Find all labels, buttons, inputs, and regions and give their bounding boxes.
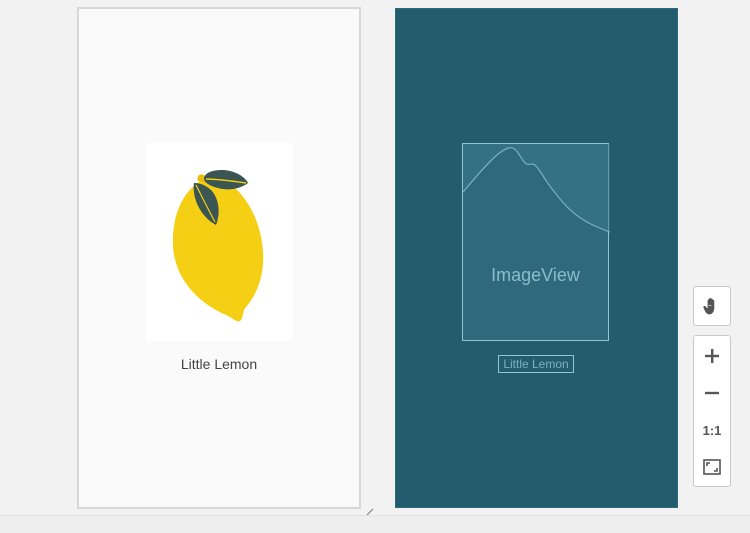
fit-screen-button[interactable] bbox=[694, 449, 730, 485]
pan-button[interactable] bbox=[694, 288, 730, 324]
zoom-out-button[interactable] bbox=[694, 375, 730, 411]
zoom-toolbar: 1:1 bbox=[693, 335, 731, 487]
actual-size-label: 1:1 bbox=[702, 422, 722, 438]
hand-icon bbox=[703, 298, 715, 315]
design-surface[interactable]: Little Lemon bbox=[77, 7, 361, 509]
image-silhouette-icon bbox=[463, 144, 610, 233]
imageview-label: ImageView bbox=[491, 265, 580, 285]
fit-screen-icon bbox=[703, 459, 721, 475]
minus-icon bbox=[705, 391, 719, 395]
actual-size-button[interactable]: 1:1 bbox=[694, 412, 730, 448]
pan-toolbar bbox=[693, 286, 731, 326]
status-bar bbox=[0, 515, 750, 533]
zoom-in-button[interactable] bbox=[694, 338, 730, 374]
plus-icon bbox=[705, 349, 719, 363]
blueprint-surface[interactable]: ImageView Little Lemon bbox=[395, 8, 678, 508]
lemon-icon bbox=[172, 170, 264, 322]
layout-editor-canvas: Little Lemon ImageView Little Lemon 1:1 bbox=[0, 0, 750, 533]
textview-outline[interactable]: Little Lemon bbox=[498, 355, 574, 373]
lemon-image[interactable] bbox=[146, 143, 293, 341]
lemon-title-text[interactable]: Little Lemon bbox=[79, 356, 359, 372]
imageview-placeholder[interactable]: ImageView bbox=[462, 143, 610, 341]
